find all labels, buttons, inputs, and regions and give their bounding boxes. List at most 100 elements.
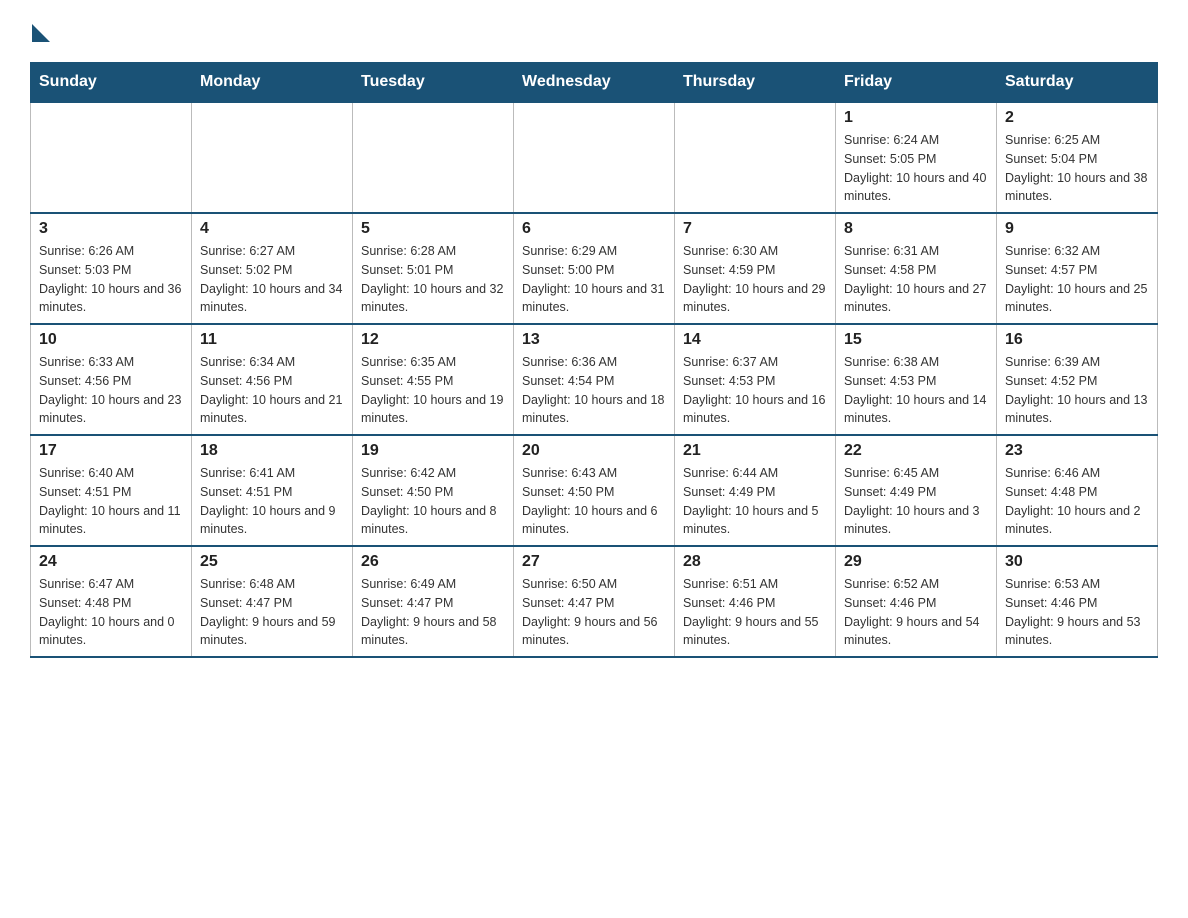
calendar-week-row: 3 Sunrise: 6:26 AM Sunset: 5:03 PM Daylig…: [31, 213, 1158, 324]
day-info: Sunrise: 6:50 AM Sunset: 4:47 PM Dayligh…: [522, 575, 666, 650]
day-number: 7: [683, 220, 827, 238]
calendar-cell: 17 Sunrise: 6:40 AM Sunset: 4:51 PM Dayli…: [31, 435, 192, 546]
day-info: Sunrise: 6:26 AM Sunset: 5:03 PM Dayligh…: [39, 242, 183, 317]
day-number: 20: [522, 442, 666, 460]
day-info: Sunrise: 6:51 AM Sunset: 4:46 PM Dayligh…: [683, 575, 827, 650]
day-number: 5: [361, 220, 505, 238]
day-info: Sunrise: 6:40 AM Sunset: 4:51 PM Dayligh…: [39, 464, 183, 539]
calendar-cell: 29 Sunrise: 6:52 AM Sunset: 4:46 PM Dayli…: [836, 546, 997, 657]
day-info: Sunrise: 6:45 AM Sunset: 4:49 PM Dayligh…: [844, 464, 988, 539]
calendar-cell: [192, 102, 353, 213]
day-info: Sunrise: 6:52 AM Sunset: 4:46 PM Dayligh…: [844, 575, 988, 650]
day-info: Sunrise: 6:43 AM Sunset: 4:50 PM Dayligh…: [522, 464, 666, 539]
day-number: 25: [200, 553, 344, 571]
calendar-cell: 11 Sunrise: 6:34 AM Sunset: 4:56 PM Dayli…: [192, 324, 353, 435]
day-number: 11: [200, 331, 344, 349]
day-number: 9: [1005, 220, 1149, 238]
calendar-cell: 9 Sunrise: 6:32 AM Sunset: 4:57 PM Daylig…: [997, 213, 1158, 324]
page-header: [30, 20, 1158, 42]
day-of-week-header: Monday: [192, 63, 353, 103]
calendar-cell: 20 Sunrise: 6:43 AM Sunset: 4:50 PM Dayli…: [514, 435, 675, 546]
logo-arrow-icon: [32, 24, 50, 42]
day-number: 16: [1005, 331, 1149, 349]
day-info: Sunrise: 6:39 AM Sunset: 4:52 PM Dayligh…: [1005, 353, 1149, 428]
day-info: Sunrise: 6:33 AM Sunset: 4:56 PM Dayligh…: [39, 353, 183, 428]
calendar-week-row: 10 Sunrise: 6:33 AM Sunset: 4:56 PM Dayli…: [31, 324, 1158, 435]
day-info: Sunrise: 6:34 AM Sunset: 4:56 PM Dayligh…: [200, 353, 344, 428]
calendar-cell: [353, 102, 514, 213]
calendar-cell: 14Sunrise: 6:37 AM Sunset: 4:53 PM Dayli…: [675, 324, 836, 435]
calendar-cell: 24Sunrise: 6:47 AM Sunset: 4:48 PM Dayli…: [31, 546, 192, 657]
day-number: 12: [361, 331, 505, 349]
day-of-week-header: Wednesday: [514, 63, 675, 103]
day-number: 1: [844, 109, 988, 127]
day-info: Sunrise: 6:25 AM Sunset: 5:04 PM Dayligh…: [1005, 131, 1149, 206]
day-info: Sunrise: 6:31 AM Sunset: 4:58 PM Dayligh…: [844, 242, 988, 317]
day-info: Sunrise: 6:49 AM Sunset: 4:47 PM Dayligh…: [361, 575, 505, 650]
day-of-week-header: Sunday: [31, 63, 192, 103]
day-number: 17: [39, 442, 183, 460]
day-number: 8: [844, 220, 988, 238]
day-number: 4: [200, 220, 344, 238]
calendar-cell: 19Sunrise: 6:42 AM Sunset: 4:50 PM Dayli…: [353, 435, 514, 546]
day-number: 24: [39, 553, 183, 571]
day-number: 27: [522, 553, 666, 571]
day-info: Sunrise: 6:28 AM Sunset: 5:01 PM Dayligh…: [361, 242, 505, 317]
day-info: Sunrise: 6:38 AM Sunset: 4:53 PM Dayligh…: [844, 353, 988, 428]
calendar-cell: [675, 102, 836, 213]
calendar-cell: 22 Sunrise: 6:45 AM Sunset: 4:49 PM Dayli…: [836, 435, 997, 546]
day-info: Sunrise: 6:48 AM Sunset: 4:47 PM Dayligh…: [200, 575, 344, 650]
calendar-cell: 18 Sunrise: 6:41 AM Sunset: 4:51 PM Dayli…: [192, 435, 353, 546]
calendar-cell: 8 Sunrise: 6:31 AM Sunset: 4:58 PM Daylig…: [836, 213, 997, 324]
calendar-cell: 28 Sunrise: 6:51 AM Sunset: 4:46 PM Dayli…: [675, 546, 836, 657]
calendar-cell: 10 Sunrise: 6:33 AM Sunset: 4:56 PM Dayli…: [31, 324, 192, 435]
calendar-cell: 16 Sunrise: 6:39 AM Sunset: 4:52 PM Dayli…: [997, 324, 1158, 435]
calendar-cell: 3 Sunrise: 6:26 AM Sunset: 5:03 PM Daylig…: [31, 213, 192, 324]
day-number: 3: [39, 220, 183, 238]
day-number: 30: [1005, 553, 1149, 571]
day-number: 26: [361, 553, 505, 571]
day-number: 2: [1005, 109, 1149, 127]
calendar-cell: 13Sunrise: 6:36 AM Sunset: 4:54 PM Dayli…: [514, 324, 675, 435]
day-number: 21: [683, 442, 827, 460]
day-number: 14: [683, 331, 827, 349]
calendar-cell: 26 Sunrise: 6:49 AM Sunset: 4:47 PM Dayli…: [353, 546, 514, 657]
day-info: Sunrise: 6:44 AM Sunset: 4:49 PM Dayligh…: [683, 464, 827, 539]
day-number: 29: [844, 553, 988, 571]
day-number: 22: [844, 442, 988, 460]
calendar-cell: 25 Sunrise: 6:48 AM Sunset: 4:47 PM Dayli…: [192, 546, 353, 657]
calendar-cell: 6Sunrise: 6:29 AM Sunset: 5:00 PM Daylig…: [514, 213, 675, 324]
day-info: Sunrise: 6:53 AM Sunset: 4:46 PM Dayligh…: [1005, 575, 1149, 650]
calendar-cell: 5 Sunrise: 6:28 AM Sunset: 5:01 PM Daylig…: [353, 213, 514, 324]
day-number: 18: [200, 442, 344, 460]
calendar-cell: 7 Sunrise: 6:30 AM Sunset: 4:59 PM Daylig…: [675, 213, 836, 324]
day-of-week-header: Friday: [836, 63, 997, 103]
day-info: Sunrise: 6:36 AM Sunset: 4:54 PM Dayligh…: [522, 353, 666, 428]
day-info: Sunrise: 6:41 AM Sunset: 4:51 PM Dayligh…: [200, 464, 344, 539]
calendar-cell: 30 Sunrise: 6:53 AM Sunset: 4:46 PM Dayli…: [997, 546, 1158, 657]
day-number: 28: [683, 553, 827, 571]
calendar-week-row: 1 Sunrise: 6:24 AM Sunset: 5:05 PM Daylig…: [31, 102, 1158, 213]
day-number: 19: [361, 442, 505, 460]
calendar-cell: [31, 102, 192, 213]
day-info: Sunrise: 6:32 AM Sunset: 4:57 PM Dayligh…: [1005, 242, 1149, 317]
day-info: Sunrise: 6:29 AM Sunset: 5:00 PM Dayligh…: [522, 242, 666, 317]
calendar-week-row: 17 Sunrise: 6:40 AM Sunset: 4:51 PM Dayli…: [31, 435, 1158, 546]
calendar-cell: 4 Sunrise: 6:27 AM Sunset: 5:02 PM Daylig…: [192, 213, 353, 324]
calendar-cell: 23Sunrise: 6:46 AM Sunset: 4:48 PM Dayli…: [997, 435, 1158, 546]
day-info: Sunrise: 6:46 AM Sunset: 4:48 PM Dayligh…: [1005, 464, 1149, 539]
calendar-header-row: SundayMondayTuesdayWednesdayThursdayFrid…: [31, 63, 1158, 103]
day-of-week-header: Thursday: [675, 63, 836, 103]
logo: [30, 20, 50, 42]
day-info: Sunrise: 6:24 AM Sunset: 5:05 PM Dayligh…: [844, 131, 988, 206]
day-number: 15: [844, 331, 988, 349]
day-info: Sunrise: 6:27 AM Sunset: 5:02 PM Dayligh…: [200, 242, 344, 317]
calendar-cell: 15 Sunrise: 6:38 AM Sunset: 4:53 PM Dayli…: [836, 324, 997, 435]
day-number: 10: [39, 331, 183, 349]
calendar-week-row: 24Sunrise: 6:47 AM Sunset: 4:48 PM Dayli…: [31, 546, 1158, 657]
calendar-table: SundayMondayTuesdayWednesdayThursdayFrid…: [30, 62, 1158, 658]
day-info: Sunrise: 6:30 AM Sunset: 4:59 PM Dayligh…: [683, 242, 827, 317]
calendar-cell: 2 Sunrise: 6:25 AM Sunset: 5:04 PM Daylig…: [997, 102, 1158, 213]
calendar-cell: 21 Sunrise: 6:44 AM Sunset: 4:49 PM Dayli…: [675, 435, 836, 546]
day-of-week-header: Saturday: [997, 63, 1158, 103]
